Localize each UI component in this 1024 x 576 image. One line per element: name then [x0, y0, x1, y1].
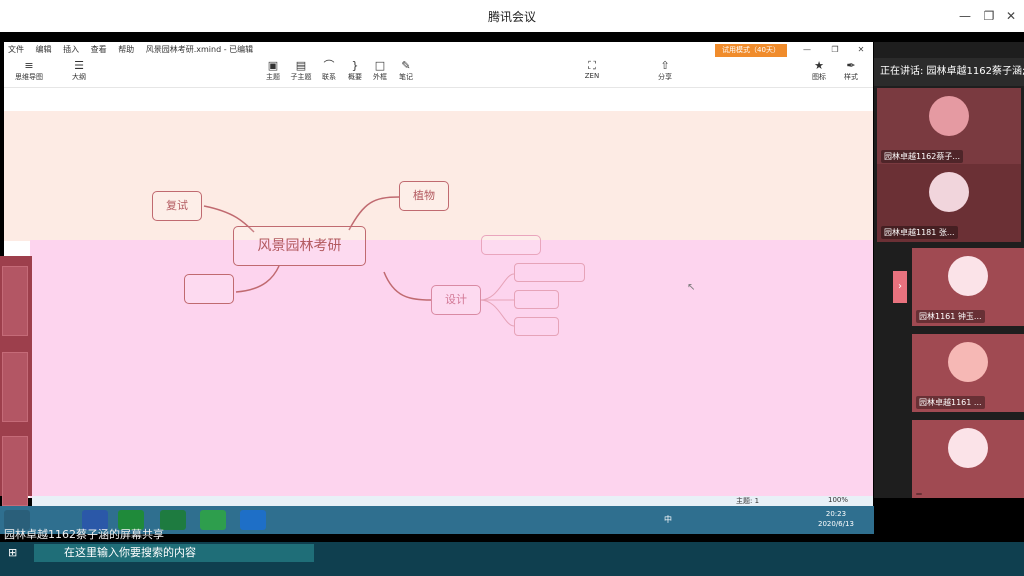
left-glitch-strip	[0, 256, 32, 506]
wechat-app-icon[interactable]	[200, 510, 226, 530]
avatar	[929, 96, 969, 136]
tray-clock[interactable]: 20:23 2020/6/13	[818, 509, 854, 529]
meeting-titlebar: 腾讯会议 — ❐ ✕	[0, 0, 1024, 32]
meeting-app-icon[interactable]	[118, 510, 144, 530]
subtopic-3[interactable]	[514, 317, 559, 336]
participant-tile[interactable]: 园林卓越1181 张...	[877, 164, 1021, 242]
tray-date: 2020/6/13	[818, 520, 854, 528]
xmind-statusbar: 主题: 1 100%	[32, 496, 873, 506]
participant-name: 园林1161 钟玉...	[916, 310, 985, 323]
windows-start-icon[interactable]: ⊞	[8, 546, 22, 560]
left-strip-block	[2, 436, 28, 506]
avatar	[948, 428, 988, 468]
zoom-level[interactable]: 100%	[828, 496, 848, 504]
participant-tile[interactable]: 园林1161 钟玉...	[912, 248, 1024, 326]
topic-fushi[interactable]: 复试	[152, 191, 202, 221]
central-topic[interactable]: 风景园林考研	[233, 226, 366, 266]
participant-name: 园林卓越1181 张...	[881, 226, 958, 239]
participant-name	[916, 493, 922, 495]
search-input[interactable]: 在这里输入你要搜索的内容	[34, 544, 314, 562]
subtopic-1[interactable]	[514, 263, 585, 282]
topic-sheji[interactable]: 设计	[431, 285, 481, 315]
minimize-icon[interactable]: —	[954, 6, 976, 26]
topic-right-upper[interactable]	[481, 235, 541, 255]
tencent-meeting-app-icon[interactable]	[240, 510, 266, 530]
screen-share-banner: 园林卓越1162蔡子涵的屏幕共享	[4, 528, 164, 541]
avatar	[948, 342, 988, 382]
tray-time: 20:23	[825, 510, 847, 518]
participants-panel: 园林卓越1162蔡子... 园林卓越1181 张... 园林1161 钟玉...…	[874, 42, 1024, 498]
participant-name: 园林卓越1162蔡子...	[881, 150, 963, 163]
avatar	[929, 172, 969, 212]
participant-name: 园林卓越1161 ...	[916, 396, 985, 409]
shared-screen: 文件 编辑 插入 查看 帮助 风景园林考研.xmind - 已编辑 试用模式（4…	[4, 42, 873, 498]
subtopic-2[interactable]	[514, 290, 559, 309]
left-strip-block	[2, 266, 28, 336]
participant-tile[interactable]: 园林卓越1162蔡子...	[877, 88, 1021, 166]
topic-left-lower[interactable]	[184, 274, 234, 304]
panel-collapse-icon[interactable]: ›	[893, 271, 907, 303]
restore-icon[interactable]: ❐	[978, 6, 1000, 26]
avatar	[948, 256, 988, 296]
excel-app-icon[interactable]	[160, 510, 186, 530]
windows-start-icon[interactable]	[4, 510, 30, 530]
topic-zhiwu[interactable]: 植物	[399, 181, 449, 211]
participant-tile[interactable]	[912, 420, 1024, 498]
topic-count: 主题: 1	[736, 497, 760, 505]
left-strip-block	[2, 352, 28, 422]
mouse-cursor-icon: ↖	[687, 282, 696, 293]
word-app-icon[interactable]	[82, 510, 108, 530]
close-icon[interactable]: ✕	[1000, 6, 1022, 26]
participant-tile[interactable]: 园林卓越1161 ...	[912, 334, 1024, 412]
window-title: 腾讯会议	[487, 10, 536, 24]
mindmap-connectors	[203, 196, 515, 327]
speaking-indicator: 正在讲话: 园林卓越1162蔡子涵;	[874, 58, 1024, 86]
ime-indicator[interactable]: 中	[664, 514, 672, 525]
host-taskbar: ⊞ 在这里输入你要搜索的内容	[0, 542, 1024, 576]
